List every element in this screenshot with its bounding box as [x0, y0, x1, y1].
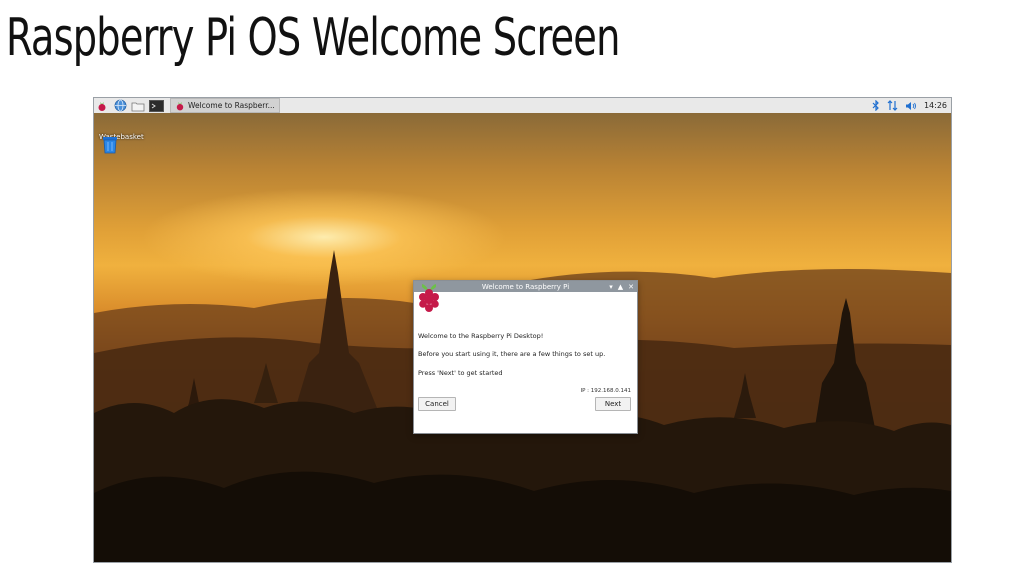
- dialog-title: Welcome to Raspberry Pi: [481, 282, 570, 291]
- taskbar-window-button[interactable]: Welcome to Raspberr...: [170, 98, 280, 113]
- bluetooth-icon[interactable]: [872, 100, 880, 111]
- dialog-titlebar[interactable]: Welcome to Raspberry Pi ▾ ▲ ✕: [414, 281, 637, 292]
- cancel-button[interactable]: Cancel: [418, 397, 456, 411]
- next-button[interactable]: Next: [595, 397, 631, 411]
- folder-icon[interactable]: [131, 99, 145, 112]
- taskbar: Welcome to Raspberr... 14:26: [94, 98, 951, 114]
- screenshot-frame: Welcome to Raspberr... 14:26 Wastebasket…: [93, 97, 952, 563]
- slide-title: Raspberry Pi OS Welcome Screen: [6, 8, 620, 68]
- taskbar-window-label: Welcome to Raspberr...: [188, 101, 275, 110]
- ip-address: IP : 192.168.0.141: [580, 388, 631, 394]
- dialog-heading: Welcome to the Raspberry Pi Desktop!: [418, 332, 544, 340]
- dialog-line1: Before you start using it, there are a f…: [418, 350, 606, 358]
- raspberry-icon: [176, 101, 184, 110]
- desktop-wallpaper: Wastebasket Welcome to Raspberry Pi ▾ ▲ …: [94, 113, 951, 562]
- system-tray: 14:26: [872, 100, 951, 111]
- welcome-dialog: Welcome to Raspberry Pi ▾ ▲ ✕ Welcome to…: [413, 280, 638, 434]
- dialog-line2: Press 'Next' to get started: [418, 369, 503, 377]
- globe-browser-icon[interactable]: [114, 99, 127, 112]
- network-icon[interactable]: [887, 100, 898, 111]
- close-icon[interactable]: ✕: [628, 283, 634, 291]
- minimize-icon[interactable]: ▾: [609, 283, 613, 291]
- volume-icon[interactable]: [905, 101, 917, 111]
- raspberry-pi-logo: [418, 284, 633, 330]
- terminal-icon[interactable]: [149, 99, 164, 112]
- desktop-icon-wastebasket[interactable]: Wastebasket: [99, 133, 144, 154]
- maximize-icon[interactable]: ▲: [618, 283, 623, 291]
- clock[interactable]: 14:26: [924, 101, 947, 110]
- trash-icon: [103, 137, 117, 154]
- raspberry-menu-icon[interactable]: [96, 99, 108, 112]
